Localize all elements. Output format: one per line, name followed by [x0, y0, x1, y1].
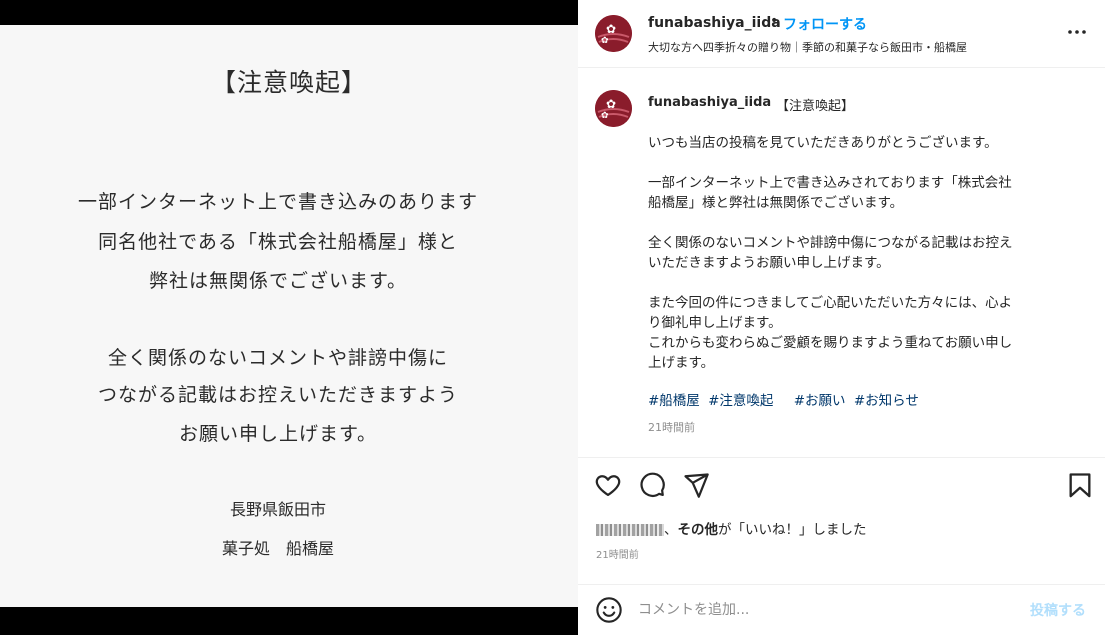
post-image-pane: 【注意喚起】 一部インターネット上で書き込みのあります 同名他社である「株式会社… [0, 0, 578, 635]
hashtag-link[interactable]: #お知らせ [854, 393, 919, 409]
image-line: 一部インターネット上で書き込みのあります [77, 191, 478, 213]
caption-area: ✿ ✿ funabashiya_iida 【注意喚起】 いつも当店の投稿を見てい… [578, 69, 1105, 457]
hashtag-link[interactable]: #注意喚起 [708, 393, 773, 409]
hashtags: #船橋屋 #注意喚起 #お願い #お知らせ [648, 389, 923, 409]
image-line: お願い申し上げます。 [178, 423, 378, 445]
post-button[interactable]: 投稿する [1030, 600, 1086, 620]
more-icon[interactable] [1065, 20, 1089, 44]
liker-avatar-name[interactable] [596, 524, 664, 536]
post-side-panel: ✿ ✿ funabashiya_iida • フォローする 大切な方へ四季折々の… [578, 0, 1105, 635]
image-line: 同名他社である「株式会社船橋屋」様と [98, 231, 458, 253]
comment-input[interactable] [638, 597, 1018, 623]
share-icon[interactable] [682, 471, 710, 499]
caption-paragraph: また今回の件につきましてご心配いただいた方々には、心よ り御礼申し上げます。 こ… [648, 295, 1013, 371]
caption-title: 【注意喚起】 [776, 99, 855, 114]
hashtag-link[interactable]: #お願い [794, 393, 846, 409]
caption-body: いつも当店の投稿を見ていただきありがとうございます。 一部インターネット上で書き… [648, 133, 1078, 393]
caption-paragraph: いつも当店の投稿を見ていただきありがとうございます。 [648, 135, 998, 151]
caption-username[interactable]: funabashiya_iida [648, 95, 771, 110]
emoji-icon[interactable] [595, 596, 623, 624]
image-line: つながる記載はお控えいただきますよう [97, 384, 458, 406]
avatar[interactable]: ✿ ✿ [595, 90, 632, 127]
image-title: 【注意喚起】 [210, 68, 367, 97]
likes-summary: 、その他が「いいね！」しました [596, 518, 867, 538]
image-line: 弊社は無関係でございます。 [148, 270, 408, 292]
post-header: ✿ ✿ funabashiya_iida • フォローする 大切な方へ四季折々の… [578, 0, 1105, 68]
avatar[interactable]: ✿ ✿ [595, 15, 632, 52]
svg-text:✿: ✿ [601, 36, 609, 46]
image-location: 長野県飯田市 [229, 500, 326, 519]
svg-text:✿: ✿ [601, 111, 609, 121]
comment-icon[interactable] [638, 471, 666, 499]
svg-text:✿: ✿ [606, 22, 616, 36]
header-username[interactable]: funabashiya_iida [648, 15, 781, 31]
image-line: 全く関係のないコメントや誹謗中傷に [107, 347, 448, 369]
caption-timestamp[interactable]: 21時間前 [648, 419, 695, 435]
header-subtitle[interactable]: 大切な方へ四季折々の贈り物｜季節の和菓子なら飯田市・船橋屋 [648, 39, 967, 55]
follow-button[interactable]: フォローする [783, 14, 867, 34]
bookmark-icon[interactable] [1066, 471, 1094, 499]
post-timestamp[interactable]: 21時間前 [596, 546, 639, 561]
post-image: 【注意喚起】 一部インターネット上で書き込みのあります 同名他社である「株式会社… [0, 25, 578, 607]
svg-text:✿: ✿ [606, 97, 616, 111]
heart-icon[interactable] [594, 471, 622, 499]
caption-paragraph: 全く関係のないコメントや誹謗中傷につながる記載はお控え いただきますようお願い申… [648, 235, 1013, 271]
separator-dot: • [770, 13, 779, 29]
image-shop: 菓子処 船橋屋 [221, 539, 334, 558]
likes-suffix: が「いいね！」しました [718, 522, 867, 538]
hashtag-link[interactable]: #船橋屋 [648, 393, 700, 409]
comment-bar: 投稿する [578, 584, 1105, 635]
caption-paragraph: 一部インターネット上で書き込みされております「株式会社 船橋屋」様と弊社は無関係… [648, 175, 1012, 211]
likes-others-link[interactable]: その他 [678, 522, 719, 538]
